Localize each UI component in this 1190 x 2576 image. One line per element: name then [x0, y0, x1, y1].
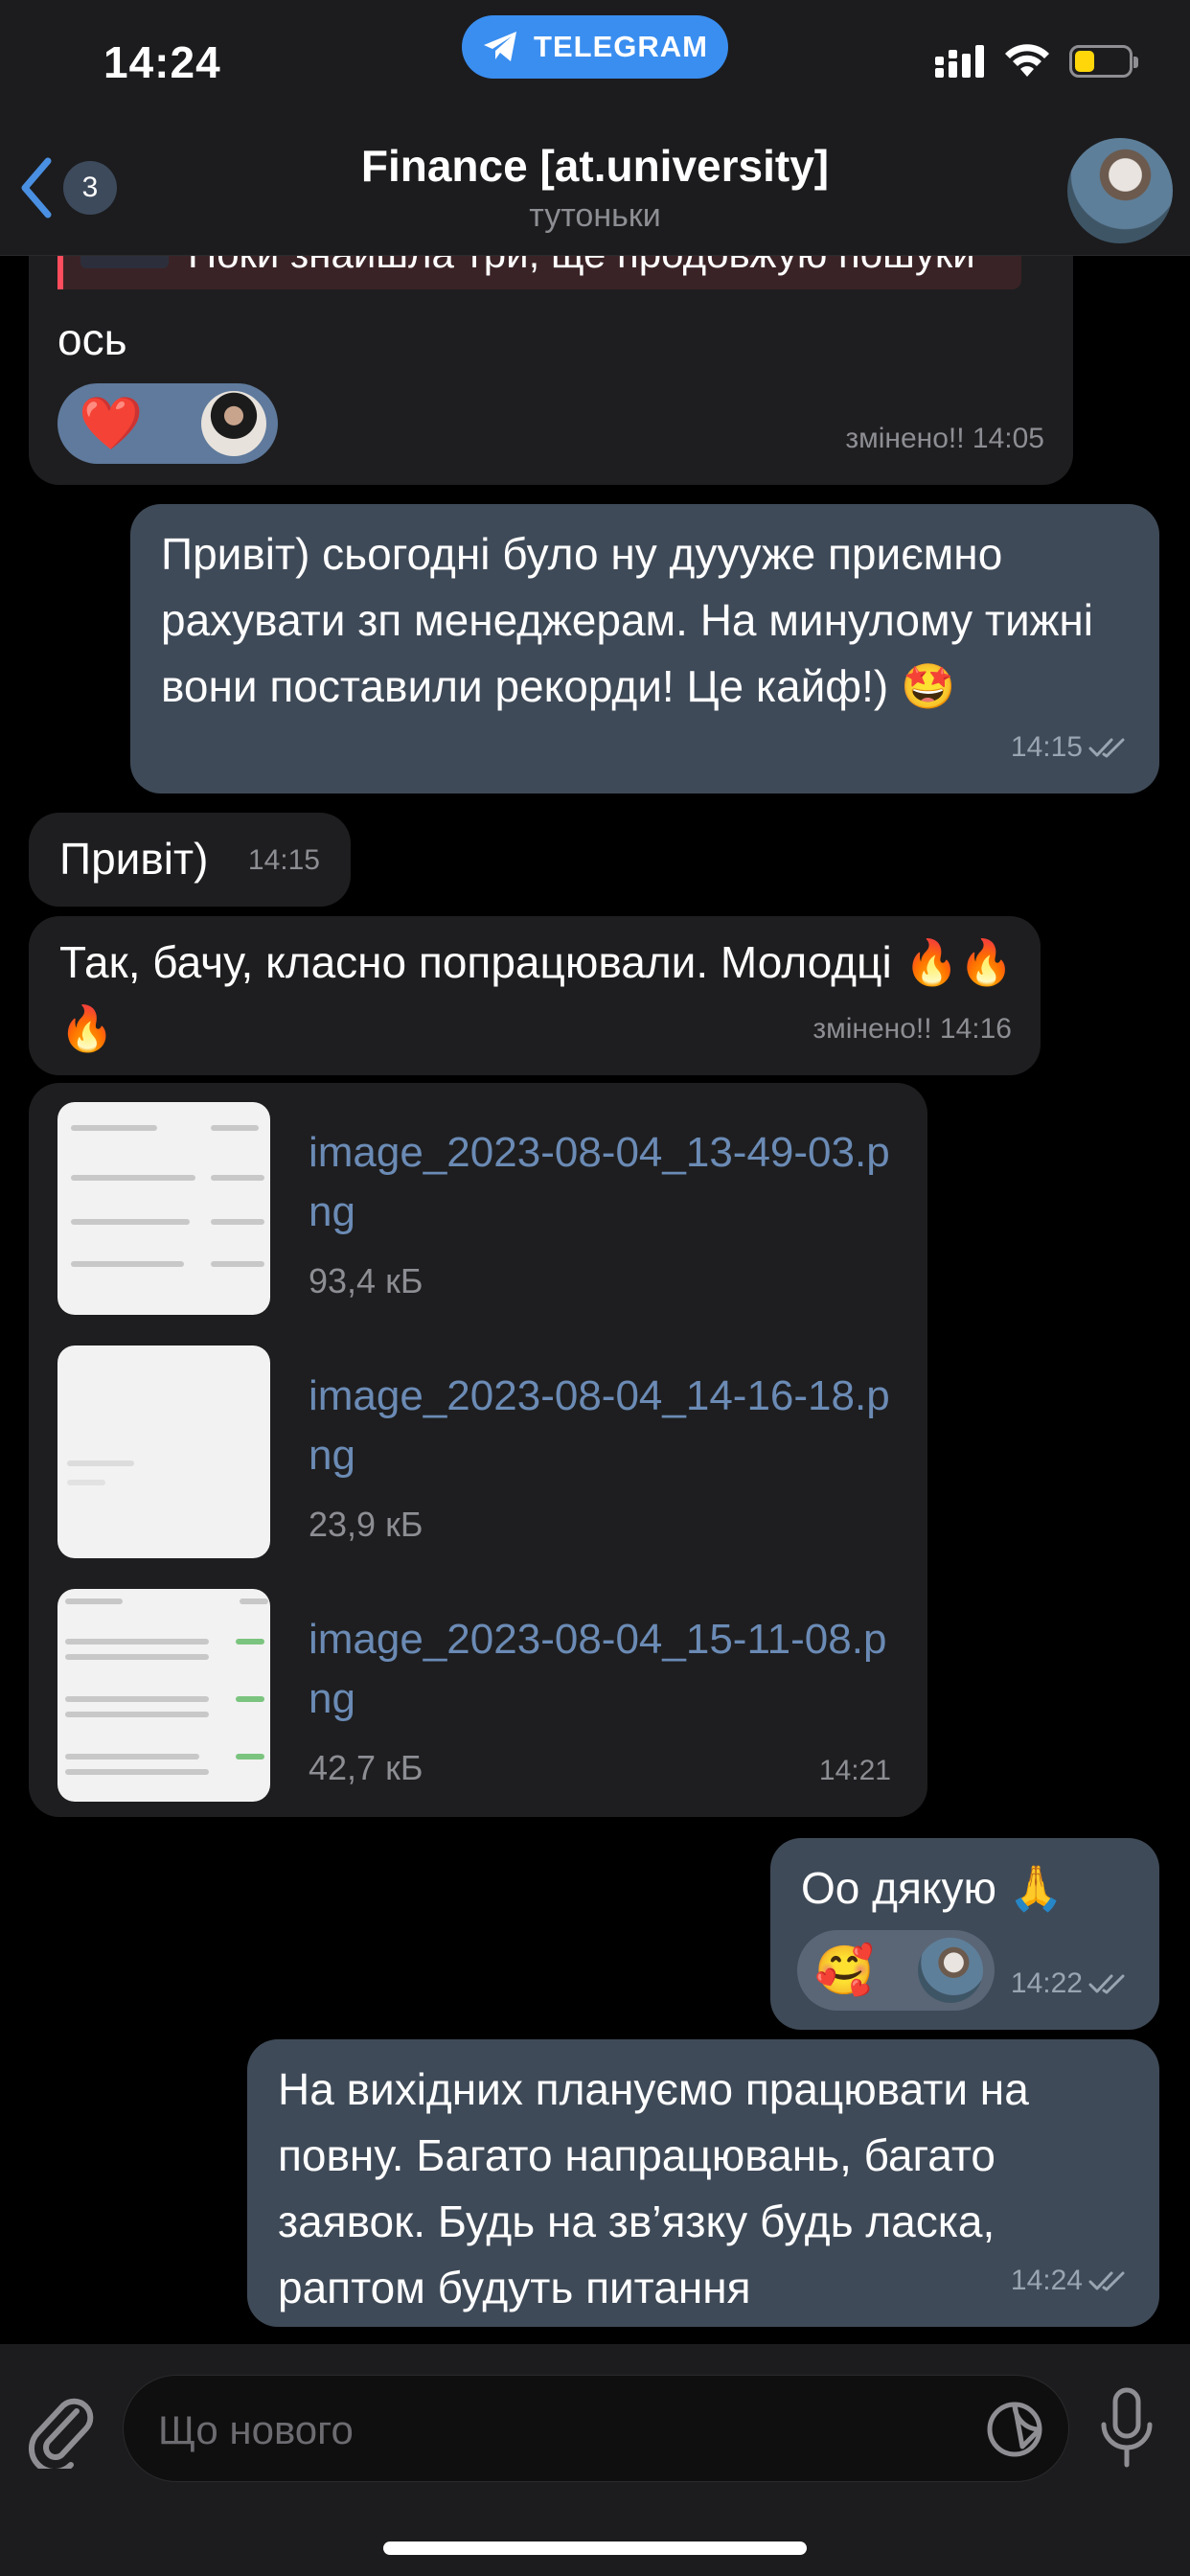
double-check-icon	[1088, 2271, 1125, 2290]
chat-header: 3 Finance [at.university] тутоньки	[0, 125, 1190, 256]
file-name[interactable]: image_2023-08-04_13-49-03.png	[309, 1123, 903, 1242]
message-time: 14:15	[1010, 731, 1083, 763]
system-icons	[935, 44, 1138, 79]
telegram-icon	[484, 32, 517, 61]
status-time: 14:24	[103, 37, 221, 87]
smiling-hearts-reaction-icon: 🥰	[814, 1943, 875, 1997]
signal-icon	[935, 45, 984, 78]
file-name[interactable]: image_2023-08-04_14-16-18.png	[309, 1367, 903, 1485]
double-check-icon	[1088, 1974, 1125, 1993]
message-bubble[interactable]: Привіт) 14:15	[29, 813, 351, 907]
status-bar: 14:24 TELEGRAM	[0, 0, 1190, 125]
message-meta: 14:22	[1011, 1950, 1131, 2016]
home-indicator[interactable]	[383, 2542, 807, 2555]
telegram-banner[interactable]: TELEGRAM	[462, 15, 728, 79]
message-input-field[interactable]	[123, 2375, 1069, 2482]
file-size: 93,4 кБ	[309, 1261, 423, 1300]
paperclip-icon[interactable]	[27, 2392, 96, 2469]
message-time: 14:21	[818, 1755, 891, 1786]
chat-subtitle: тутоньки	[529, 197, 661, 234]
chat-avatar[interactable]	[1067, 138, 1173, 243]
file-thumbnail[interactable]	[57, 1589, 270, 1802]
file-album-bubble[interactable]: image_2023-08-04_13-49-03.png 93,4 кБ im…	[29, 1083, 927, 1817]
reactor-avatar	[201, 391, 266, 456]
file-size: 23,9 кБ	[309, 1505, 423, 1544]
file-attachment[interactable]: image_2023-08-04_13-49-03.png 93,4 кБ	[57, 1102, 903, 1315]
message-time: 14:15	[247, 844, 320, 876]
file-attachment[interactable]: image_2023-08-04_15-11-08.png 42,7 кБ	[57, 1589, 903, 1802]
wifi-icon	[1005, 44, 1049, 77]
telegram-banner-label: TELEGRAM	[534, 30, 708, 63]
message-bubble[interactable]: На вихідних плануємо працювати на повну.…	[247, 2039, 1159, 2327]
message-meta: 14:15	[1011, 714, 1131, 780]
message-time: змінено!! 14:05	[845, 423, 1044, 454]
message-bubble[interactable]: Так, бачу, класно попрацювали. Молодці 🔥…	[29, 916, 1041, 1075]
file-size: 42,7 кБ	[309, 1748, 423, 1787]
message-text: ось	[57, 314, 127, 364]
message-meta: 14:15	[248, 827, 320, 893]
sticker-icon[interactable]	[984, 2399, 1045, 2460]
message-bubble[interactable]: Привіт) сьогодні було ну дуууже приємно …	[130, 504, 1159, 794]
reaction-chip[interactable]: 🥰	[797, 1930, 995, 2011]
double-check-icon	[1088, 738, 1125, 757]
message-meta: 14:21	[819, 1737, 891, 1804]
chat-title[interactable]: Finance [at.university]	[0, 140, 1190, 192]
reactor-avatar	[918, 1938, 983, 2003]
heart-reaction-icon: ❤️	[79, 394, 144, 452]
message-text: На вихідних плануємо працювати на повну.…	[278, 2064, 1029, 2312]
file-thumbnail[interactable]	[57, 1346, 270, 1558]
message-time: змінено!! 14:16	[812, 1013, 1012, 1045]
reaction-chip[interactable]: ❤️	[57, 383, 278, 464]
file-thumbnail[interactable]	[57, 1102, 270, 1315]
microphone-icon[interactable]	[1094, 2386, 1159, 2472]
message-meta: змінено!! 14:16	[812, 996, 1012, 1062]
message-meta: змінено!! 14:05	[845, 405, 1044, 472]
message-meta: 14:24	[1011, 2247, 1131, 2313]
file-name[interactable]: image_2023-08-04_15-11-08.png	[309, 1610, 903, 1729]
message-text: Оо дякую 🙏	[801, 1863, 1064, 1913]
battery-icon	[1069, 45, 1138, 78]
file-attachment[interactable]: image_2023-08-04_14-16-18.png 23,9 кБ	[57, 1346, 903, 1558]
message-input[interactable]	[156, 2401, 888, 2460]
message-time: 14:22	[1010, 1967, 1083, 1999]
message-text: Привіт) сьогодні було ну дуууже приємно …	[161, 529, 1094, 711]
message-bubble[interactable]: Оо дякую 🙏 🥰 14:22	[770, 1838, 1159, 2030]
message-time: 14:24	[1010, 2265, 1083, 2296]
